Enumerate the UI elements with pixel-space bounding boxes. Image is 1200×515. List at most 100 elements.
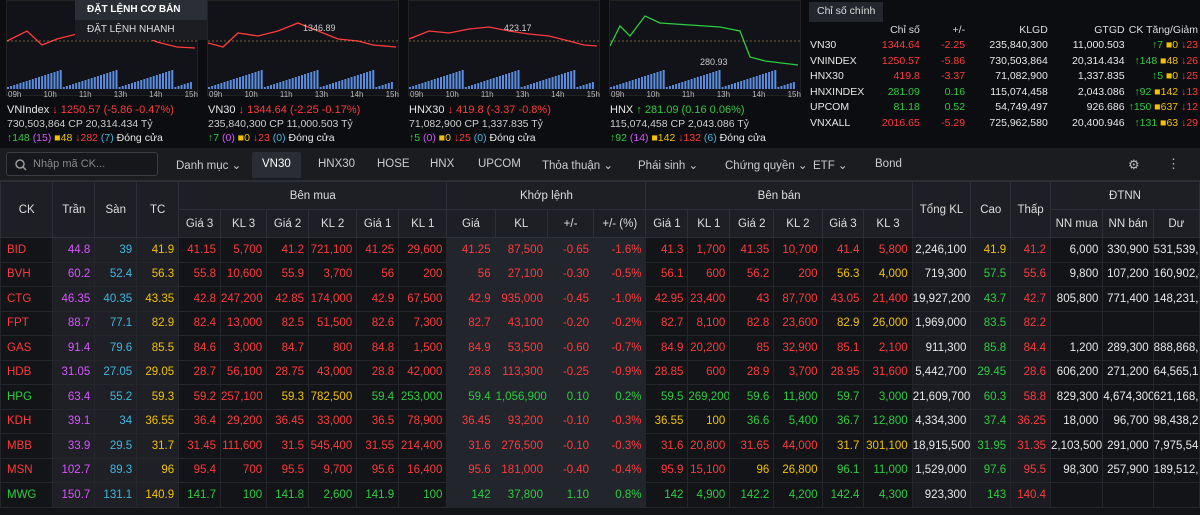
- index-panel-vn30[interactable]: 1346.89 09h 10h 11h 13h 14h 15h VN30 ↓ 1344.64 …: [203, 0, 400, 148]
- tab-vn30[interactable]: VN30: [252, 152, 301, 178]
- indices-cell: 1250.57: [881, 54, 920, 67]
- table-row[interactable]: FPT 88.7 77.1 82.9 82.4 13,000 82.5 51,500 82.6 7…: [0, 310, 1200, 336]
- adv: ↑5: [1151, 70, 1166, 83]
- ask-price: 42.95: [645, 286, 689, 312]
- index-val: 11,000.503 Tỷ: [286, 118, 353, 130]
- market-overview: ĐẶT LỆNH CƠ BẢN ĐẶT LỆNH NHANH 09h 10h 11h…: [0, 0, 1200, 148]
- indices-row[interactable]: HNXINDEX 281.09 0.16 115,074,458 2,043.086 ↑9…: [808, 84, 1200, 100]
- bid-volume: 3,700: [308, 261, 358, 287]
- ceiling-price: 102.7: [52, 457, 96, 483]
- session-status: Đóng cửa: [116, 132, 163, 144]
- time-tick: 11h: [78, 90, 92, 99]
- advances: ↑7: [208, 132, 223, 144]
- low-price: 36.25: [1010, 408, 1051, 434]
- tab-upcom[interactable]: UPCOM: [478, 158, 521, 170]
- tab-phái-sinh[interactable]: Phái sinh ⌄: [638, 158, 698, 172]
- table-row[interactable]: HPG 63.4 55.2 59.3 59.2 257,100 59.3 782,500 59.…: [0, 384, 1200, 410]
- ask-volume: 26,800: [773, 457, 823, 483]
- table-row[interactable]: MBB 33.9 29.5 31.7 31.45 111,600 31.5 545,400 31…: [0, 433, 1200, 459]
- change: -0.20: [546, 310, 595, 336]
- index-peak-label: 423.17: [504, 23, 532, 33]
- subheader: Giá 3: [821, 209, 865, 238]
- table-row[interactable]: BVH 60.2 52.4 56.3 55.8 10,600 55.9 3,700 56 200 5…: [0, 261, 1200, 287]
- search-input[interactable]: Nhập mã CK...: [6, 152, 158, 176]
- bid-volume: 721,100: [308, 237, 358, 263]
- index-vol: 730,503,864 CP: [7, 118, 86, 130]
- index-panel-hnx30[interactable]: 423.17 09h 10h 11h 13h 14h 15h HNX30 ↓ 419.8 (-…: [404, 0, 601, 148]
- table-row[interactable]: GAS 91.4 79.6 85.5 84.6 3,000 84.7 800 84.8 1,500…: [0, 335, 1200, 361]
- subheader: KL 2: [773, 209, 823, 238]
- ask-volume: 301,100: [863, 433, 913, 459]
- match-volume: 87,500: [494, 237, 548, 263]
- indices-title[interactable]: Chỉ số chính: [809, 2, 884, 22]
- ask-volume: 4,300: [863, 482, 913, 508]
- tab-hnx[interactable]: HNX: [430, 158, 454, 170]
- bid-volume: 56,100: [220, 359, 268, 385]
- quick-order-item[interactable]: ĐẶT LỆNH NHANH: [75, 20, 207, 40]
- tab-thỏa-thuận[interactable]: Thỏa thuận ⌄: [542, 158, 613, 172]
- tab-chứng-quyền[interactable]: Chứng quyền ⌄: [725, 158, 808, 172]
- table-row[interactable]: MSN 102.7 89.3 96 95.4 700 95.5 9,700 95.6 16,400…: [0, 457, 1200, 483]
- time-tick: 13h: [314, 90, 329, 99]
- bid-price: 95.4: [178, 457, 222, 483]
- tab-danh-mục[interactable]: Danh mục ⌄: [176, 158, 241, 172]
- header-1: Trần: [52, 181, 96, 238]
- ref-price: 41.9: [136, 237, 180, 263]
- time-tick: 09h: [410, 90, 424, 99]
- change: 1.10: [546, 482, 595, 508]
- indices-row[interactable]: VN30 1344.64 -2.25 235,840,300 11,000.503 ↑7 …: [808, 38, 1200, 54]
- indices-cell: 115,074,458: [990, 85, 1048, 98]
- basic-order-item[interactable]: ĐẶT LỆNH CƠ BẢN: [75, 0, 207, 20]
- gear-icon[interactable]: ⚙: [1128, 157, 1140, 173]
- table-row[interactable]: CTG 46.35 40.35 43.35 42.8 247,200 42.85 174,00…: [0, 286, 1200, 312]
- bid-price: 42.9: [356, 286, 400, 312]
- table-row[interactable]: MWG 150.7 131.1 140.9 141.7 100 141.8 2,600 141.…: [0, 482, 1200, 508]
- indices-row[interactable]: VNXALL 2016.65 -5.29 725,962,580 20,400.946 ↑…: [808, 115, 1200, 131]
- time-tick: 10h: [43, 90, 57, 99]
- tab-hose[interactable]: HOSE: [377, 158, 410, 170]
- foreign-room: 64,565,187: [1152, 359, 1200, 385]
- bid-price: 41.2: [266, 237, 310, 263]
- indices-row[interactable]: HNX30 419.8 -3.37 71,082,900 1,337.835 ↑5 ■0 …: [808, 69, 1200, 85]
- tab-bond[interactable]: Bond: [875, 158, 902, 170]
- bid-volume: 10,600: [220, 261, 268, 287]
- change-pct: -0.5%: [593, 261, 647, 287]
- ask-price: 59.6: [729, 384, 775, 410]
- table-row[interactable]: KDH 39.1 34 36.55 36.4 29,200 36.45 33,000 36.5 7…: [0, 408, 1200, 434]
- change-pct: -0.2%: [593, 310, 647, 336]
- match-price: 28.8: [446, 359, 496, 385]
- index-panel-hnx[interactable]: 280.93 09h 10h 11h 13h 14h 15h HNX ↑ 281.09 (0.…: [605, 0, 802, 148]
- tab-etf[interactable]: ETF ⌄: [813, 158, 848, 172]
- subheader: Giá 3: [178, 209, 222, 238]
- time-tick: 14h: [149, 90, 163, 99]
- tab-hnx30[interactable]: HNX30: [318, 158, 355, 170]
- bid-volume: 29,600: [398, 237, 448, 263]
- header-7: Tổng KL: [911, 181, 972, 238]
- bid-volume: 253,000: [398, 384, 448, 410]
- indices-row[interactable]: UPCOM 81.18 0.52 54,749,497 926.686 ↑150 ■637…: [808, 100, 1200, 116]
- match-price: 95.6: [446, 457, 496, 483]
- ceiling-price: 63.4: [52, 384, 96, 410]
- floor-price: 79.6: [94, 335, 138, 361]
- match-volume: 113,300: [494, 359, 548, 385]
- total-volume: 1,969,000: [911, 310, 972, 336]
- ask-price: 82.8: [729, 310, 775, 336]
- ask-volume: 4,900: [687, 482, 731, 508]
- header-6: Bên bán: [645, 181, 913, 210]
- foreign-buy: 18,000: [1049, 408, 1104, 434]
- table-row[interactable]: HDB 31.05 27.05 29.05 28.7 56,100 28.75 43,000 2…: [0, 359, 1200, 385]
- ticker: KDH: [0, 408, 54, 434]
- ask-price: 28.85: [645, 359, 689, 385]
- more-icon[interactable]: ⋮: [1167, 156, 1180, 172]
- indices-row[interactable]: VNINDEX 1250.57 -5.86 730,503,864 20,314.434…: [808, 53, 1200, 69]
- low-price: 140.4: [1010, 482, 1051, 508]
- ref-price: 31.7: [136, 433, 180, 459]
- declines: ↓132: [678, 132, 704, 144]
- table-row[interactable]: BID 44.8 39 41.9 41.15 5,700 41.2 721,100 41.25 2…: [0, 237, 1200, 263]
- indices-cell: 1,337.835: [1077, 70, 1125, 83]
- bid-volume: 16,400: [398, 457, 448, 483]
- ceiling-price: 39.1: [52, 408, 96, 434]
- match-volume: 276,500: [494, 433, 548, 459]
- indices-header-cell: +/-: [952, 23, 966, 36]
- index-value: ↓ 1250.57 (-5.86 -0.47%): [52, 104, 174, 116]
